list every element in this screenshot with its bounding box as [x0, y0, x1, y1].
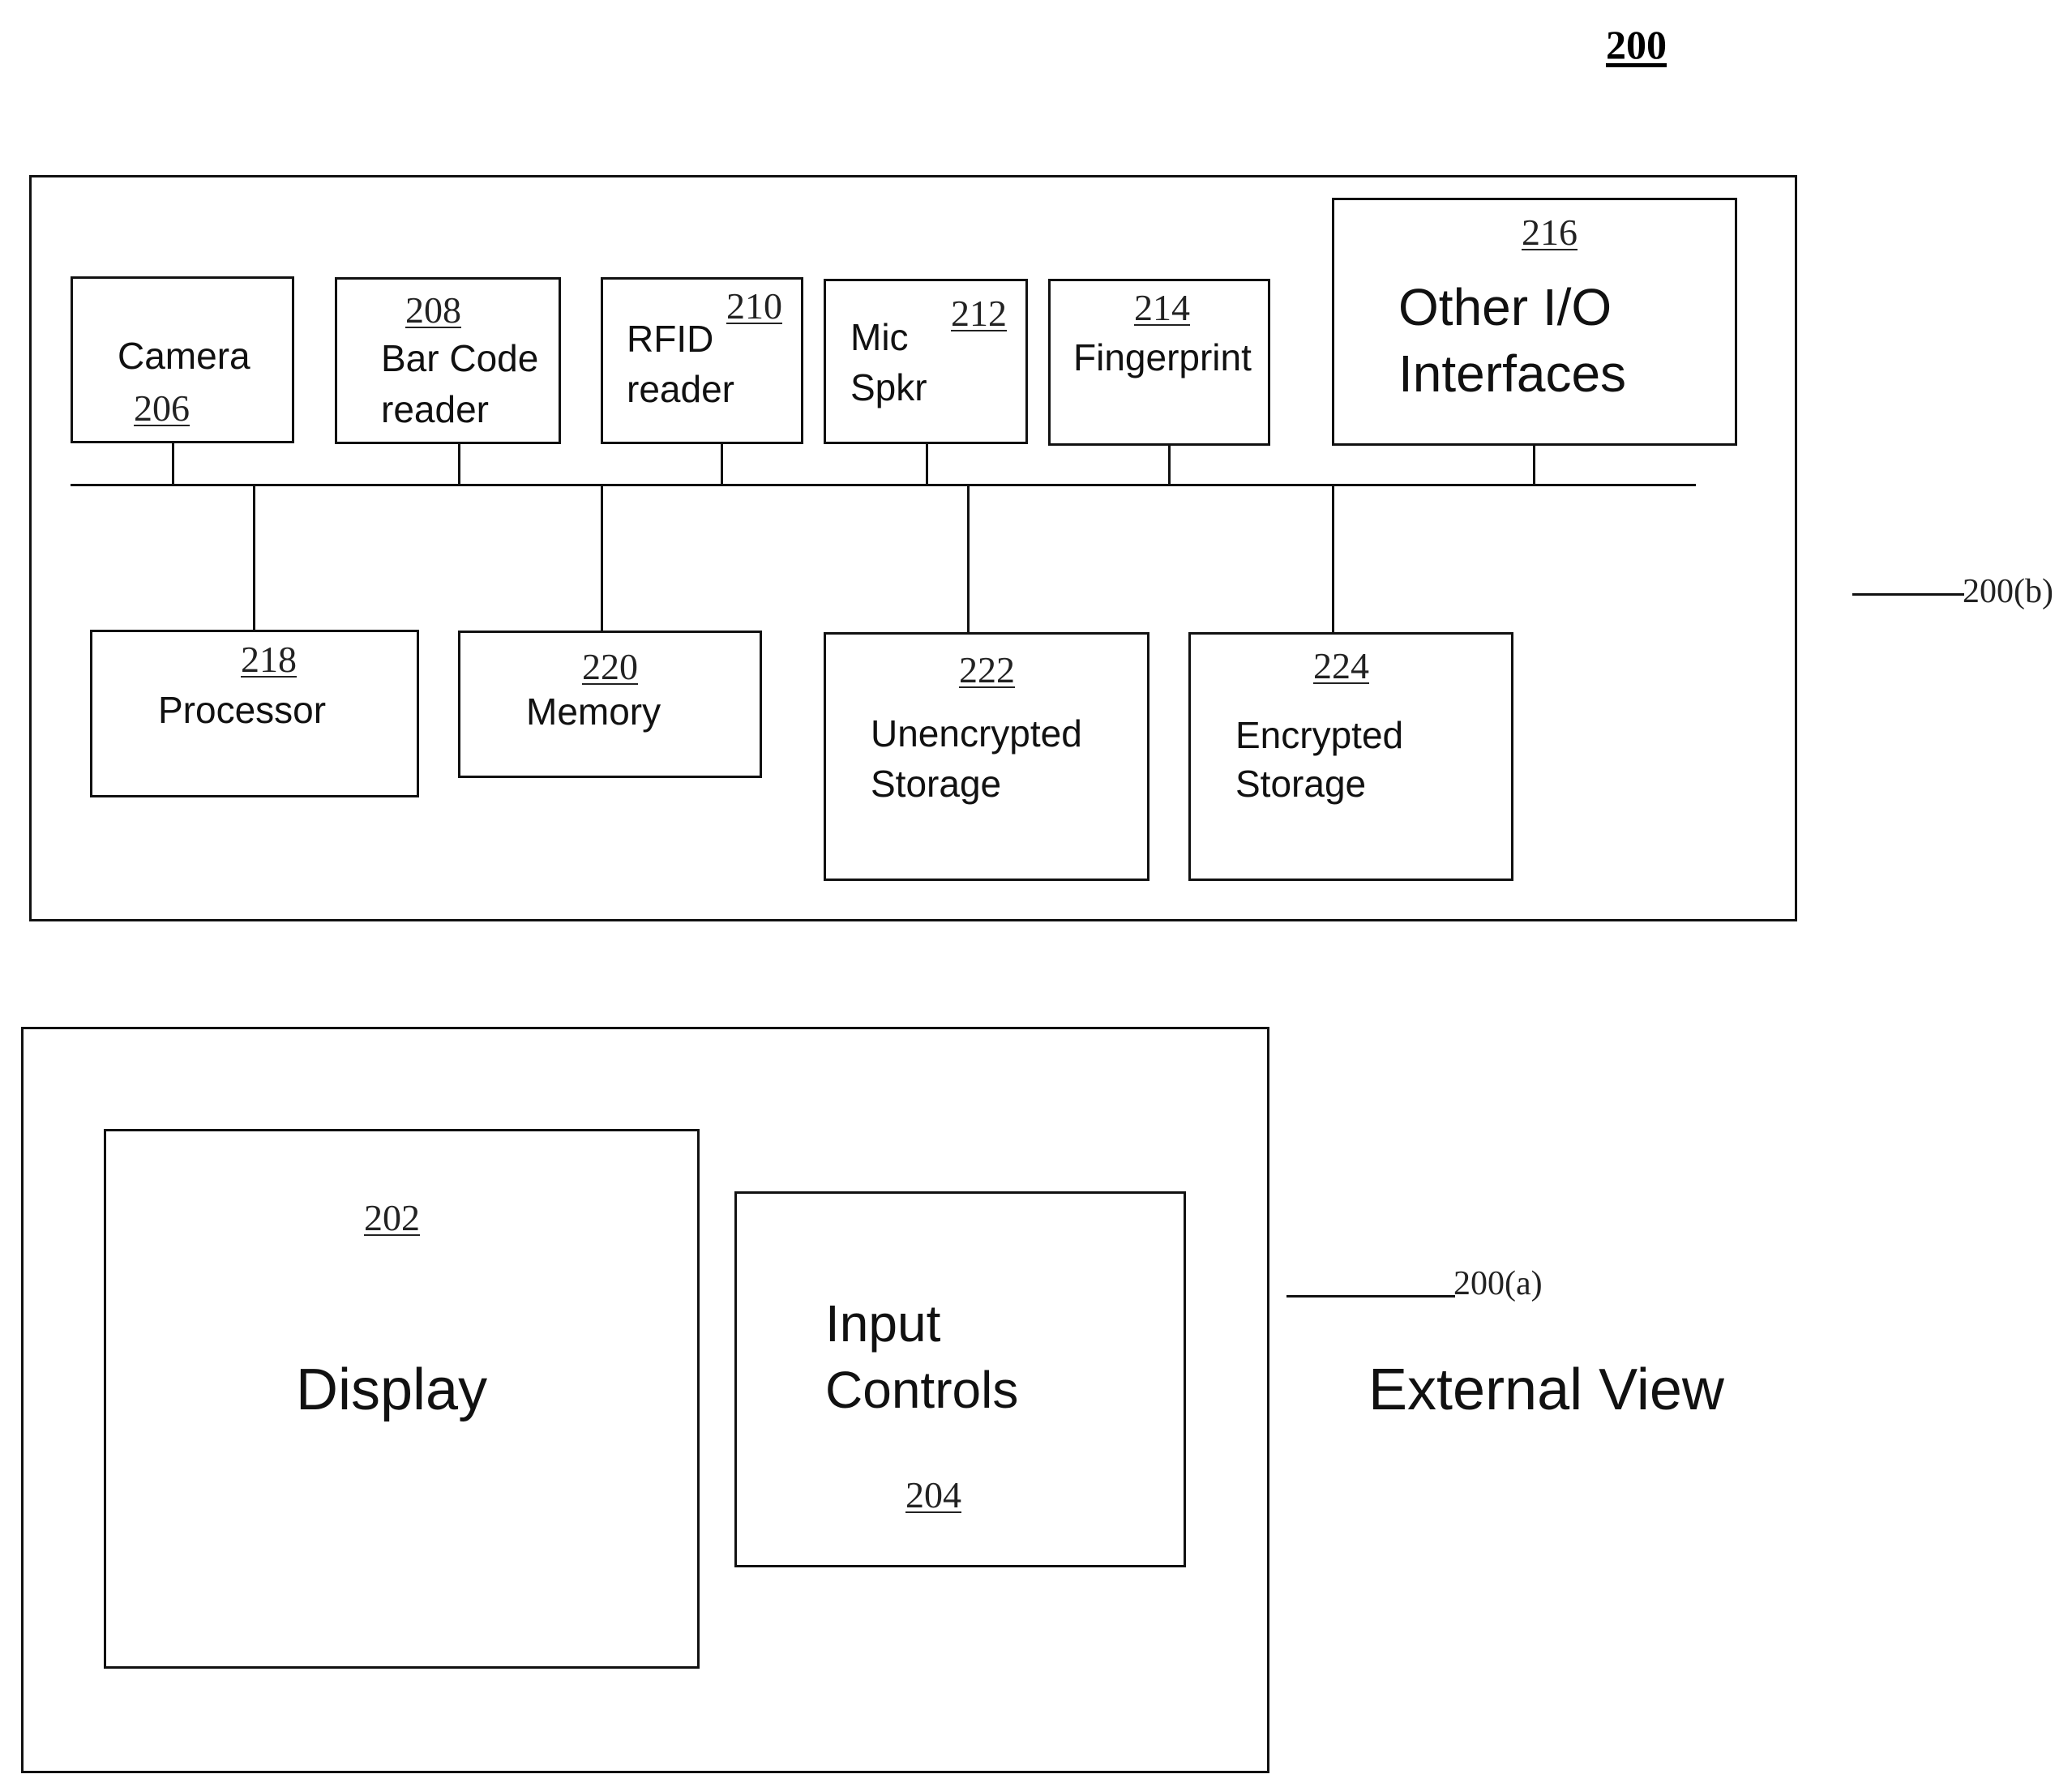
- encrypted-storage-block: 224 Encrypted Storage: [1188, 632, 1513, 881]
- figure-number: 200: [1606, 22, 1667, 67]
- display-block: 202 Display: [104, 1129, 700, 1669]
- other-io-bus-connector: [1533, 445, 1535, 485]
- mic-speaker-block: 212 Mic Spkr: [824, 279, 1028, 444]
- mic-speaker-ref: 212: [951, 293, 1007, 334]
- display-label: Display: [296, 1357, 488, 1422]
- camera-label: Camera: [118, 335, 250, 377]
- processor-block: 218 Processor: [90, 630, 419, 797]
- rfid-reader-ref: 210: [726, 285, 782, 327]
- camera-block: Camera 206: [71, 276, 294, 443]
- fingerprint-label: Fingerprint: [1073, 336, 1252, 378]
- processor-label: Processor: [158, 689, 327, 731]
- mic-bus-connector: [926, 443, 928, 485]
- input-controls-block: Input Controls 204: [734, 1191, 1186, 1567]
- input-controls-ref: 204: [905, 1474, 961, 1516]
- external-view-callout: 200(a): [1453, 1265, 1543, 1302]
- mic-speaker-label-line2: Spkr: [850, 366, 927, 408]
- internal-view-callout-leader: [1852, 593, 1964, 596]
- memory-bus-connector: [601, 485, 603, 631]
- unencrypted-storage-bus-connector: [967, 485, 970, 633]
- barcode-reader-block: 208 Bar Code reader: [335, 277, 561, 444]
- encrypted-storage-ref: 224: [1313, 645, 1369, 686]
- mic-speaker-label-line1: Mic: [850, 316, 909, 358]
- processor-ref: 218: [241, 639, 297, 680]
- system-bus: [71, 484, 1696, 486]
- memory-block: 220 Memory: [458, 631, 762, 778]
- input-controls-label-line2: Controls: [825, 1361, 1019, 1419]
- other-io-interfaces-ref: 216: [1522, 212, 1578, 253]
- processor-bus-connector: [253, 485, 255, 631]
- input-controls-label-line1: Input: [825, 1294, 941, 1353]
- barcode-reader-label-line1: Bar Code: [381, 337, 539, 379]
- barcode-bus-connector: [458, 443, 460, 485]
- external-view-title: External View: [1368, 1357, 1724, 1422]
- unencrypted-storage-ref: 222: [959, 649, 1015, 690]
- internal-view-callout: 200(b): [1963, 573, 2053, 610]
- other-io-interfaces-label-line1: Other I/O: [1398, 278, 1612, 336]
- unencrypted-storage-label-line1: Unencrypted: [871, 712, 1082, 755]
- camera-ref: 206: [134, 387, 190, 429]
- barcode-reader-ref: 208: [405, 289, 461, 331]
- rfid-bus-connector: [721, 443, 723, 485]
- encrypted-storage-label-line1: Encrypted: [1235, 714, 1404, 756]
- rfid-reader-label-line2: reader: [627, 368, 734, 410]
- fingerprint-ref: 214: [1134, 287, 1190, 328]
- external-view-callout-leader: [1286, 1295, 1455, 1297]
- rfid-reader-label-line1: RFID: [627, 318, 714, 360]
- memory-label: Memory: [526, 690, 661, 733]
- memory-ref: 220: [582, 646, 638, 687]
- display-ref: 202: [364, 1197, 420, 1238]
- other-io-interfaces-label-line2: Interfaces: [1398, 344, 1627, 403]
- encrypted-storage-label-line2: Storage: [1235, 763, 1367, 805]
- unencrypted-storage-label-line2: Storage: [871, 763, 1002, 805]
- fingerprint-block: 214 Fingerprint: [1048, 279, 1270, 446]
- barcode-reader-label-line2: reader: [381, 388, 489, 430]
- fingerprint-bus-connector: [1168, 445, 1171, 485]
- unencrypted-storage-block: 222 Unencrypted Storage: [824, 632, 1149, 881]
- camera-bus-connector: [172, 442, 174, 485]
- rfid-reader-block: 210 RFID reader: [601, 277, 803, 444]
- encrypted-storage-bus-connector: [1332, 485, 1334, 633]
- other-io-interfaces-block: 216 Other I/O Interfaces: [1332, 198, 1737, 446]
